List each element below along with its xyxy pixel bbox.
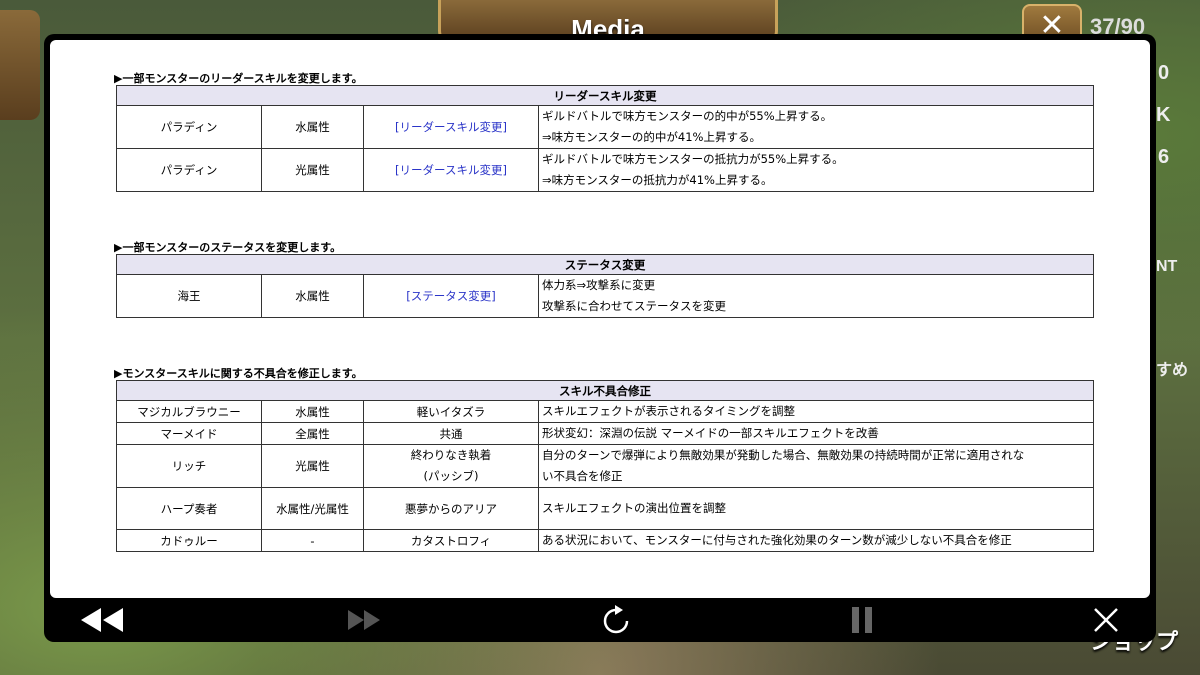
table-row: リッチ 光属性 終わりなき執着 (パッシブ) 自分のターンで爆弾により無敵効果が発… xyxy=(116,444,1094,488)
monster-name: パラディン xyxy=(116,148,262,192)
pause-icon xyxy=(852,607,872,633)
leader-skill-table-title: リーダースキル変更 xyxy=(116,85,1094,106)
skill-name: カタストロフィ xyxy=(363,529,539,552)
monster-attribute: 水属性 xyxy=(261,400,364,423)
table-row: パラディン 光属性 [リーダースキル変更] ギルドバトルで味方モンスターの抵抗力… xyxy=(116,148,1094,192)
table-row: ハープ奏者 水属性/光属性 悪夢からのアリア スキルエフェクトの演出位置を調整 xyxy=(116,487,1094,530)
description-line: ギルドバトルで味方モンスターの的中が55%上昇する。 xyxy=(542,109,833,123)
monster-attribute: 水属性 xyxy=(261,105,364,149)
section2-heading: ▶一部モンスターのステータスを変更します。 xyxy=(114,241,342,254)
table-row: マーメイド 全属性 共通 形状変幻：深淵の伝説 マーメイドの一部スキルエフェクト… xyxy=(116,422,1094,445)
monster-attribute: 水属性 xyxy=(261,274,364,318)
status-change-table: ステータス変更 海王 水属性 [ステータス変更] 体力系⇒攻撃系に変更攻撃系に合… xyxy=(116,254,1094,318)
table-row: カドゥルー - カタストロフィ ある状況において、モンスターに付与された強化効果… xyxy=(116,529,1094,552)
description-line: 体力系⇒攻撃系に変更 xyxy=(542,278,656,292)
skill-fix-table-title: スキル不具合修正 xyxy=(116,380,1094,401)
pause-button[interactable] xyxy=(832,598,892,642)
description-line: ⇒味方モンスターの的中が41%上昇する。 xyxy=(542,130,761,144)
media-viewer-modal: ▶一部モンスターのリーダースキルを変更します。 リーダースキル変更 パラディン … xyxy=(44,34,1156,642)
skill-name: 終わりなき執着 (パッシブ) xyxy=(363,444,539,488)
fast-forward-button[interactable] xyxy=(334,598,394,642)
fix-description: 自分のターンで爆弾により無敵効果が発動した場合、無敵効果の持続時間が正常に適用さ… xyxy=(538,444,1094,488)
fast-forward-icon xyxy=(348,610,380,630)
monster-attribute: 水属性/光属性 xyxy=(261,487,364,530)
skill-name: 共通 xyxy=(363,422,539,445)
table-row: マジカルブラウニー 水属性 軽いイタズラ スキルエフェクトが表示されるタイミング… xyxy=(116,400,1094,423)
fix-description: 形状変幻：深淵の伝説 マーメイドの一部スキルエフェクトを改善 xyxy=(538,422,1094,445)
fix-description: スキルエフェクトが表示されるタイミングを調整 xyxy=(538,400,1094,423)
monster-attribute: 全属性 xyxy=(261,422,364,445)
leader-skill-link[interactable]: [リーダースキル変更] xyxy=(363,148,539,192)
player-controls xyxy=(44,598,1156,642)
table-row: 海王 水属性 [ステータス変更] 体力系⇒攻撃系に変更攻撃系に合わせてステータス… xyxy=(116,274,1094,318)
close-button[interactable] xyxy=(1076,598,1136,642)
skill-fix-table: スキル不具合修正 マジカルブラウニー 水属性 軽いイタズラ スキルエフェクトが表… xyxy=(116,380,1094,552)
leader-skill-table: リーダースキル変更 パラディン 水属性 [リーダースキル変更] ギルドバトルで味… xyxy=(116,85,1094,192)
side-badge-3: 6 xyxy=(1158,146,1170,168)
side-badge-1: 0 xyxy=(1158,62,1170,84)
monster-name: マーメイド xyxy=(116,422,262,445)
close-icon xyxy=(1094,608,1118,632)
leader-skill-link[interactable]: [リーダースキル変更] xyxy=(363,105,539,149)
monster-attribute: - xyxy=(261,529,364,552)
monster-name: カドゥルー xyxy=(116,529,262,552)
status-table-title: ステータス変更 xyxy=(116,254,1094,275)
section1-heading: ▶一部モンスターのリーダースキルを変更します。 xyxy=(114,72,363,85)
skill-name: 悪夢からのアリア xyxy=(363,487,539,530)
description-line: ⇒味方モンスターの抵抗力が41%上昇する。 xyxy=(542,173,773,187)
rewind-button[interactable] xyxy=(72,598,132,642)
fix-description: ある状況において、モンスターに付与された強化効果のターン数が減少しない不具合を修… xyxy=(538,529,1094,552)
monster-name: ハープ奏者 xyxy=(116,487,262,530)
table-row: パラディン 水属性 [リーダースキル変更] ギルドバトルで味方モンスターの的中が… xyxy=(116,105,1094,149)
skill-type-line: (パッシブ) xyxy=(423,469,479,483)
rewind-icon xyxy=(81,608,123,632)
change-description: 体力系⇒攻撃系に変更攻撃系に合わせてステータスを変更 xyxy=(538,274,1094,318)
status-change-link[interactable]: [ステータス変更] xyxy=(363,274,539,318)
monster-name: マジカルブラウニー xyxy=(116,400,262,423)
description-line: 自分のターンで爆弾により無敵効果が発動した場合、無敵効果の持続時間が正常に適用さ… xyxy=(542,448,1025,462)
monster-attribute: 光属性 xyxy=(261,444,364,488)
monster-name: リッチ xyxy=(116,444,262,488)
skill-name: 軽いイタズラ xyxy=(363,400,539,423)
monster-attribute: 光属性 xyxy=(261,148,364,192)
description-line: 攻撃系に合わせてステータスを変更 xyxy=(542,299,726,313)
skill-name-line: 終わりなき執着 xyxy=(410,448,492,462)
side-badge-4: NT xyxy=(1156,258,1178,275)
left-menu-decoration xyxy=(0,10,40,120)
change-description: ギルドバトルで味方モンスターの的中が55%上昇する。 ⇒味方モンスターの的中が41… xyxy=(538,105,1094,149)
change-description: ギルドバトルで味方モンスターの抵抗力が55%上昇する。 ⇒味方モンスターの抵抗力が… xyxy=(538,148,1094,192)
monster-name: 海王 xyxy=(116,274,262,318)
monster-name: パラディン xyxy=(116,105,262,149)
description-line: ギルドバトルで味方モンスターの抵抗力が55%上昇する。 xyxy=(542,152,844,166)
fix-description: スキルエフェクトの演出位置を調整 xyxy=(538,487,1094,530)
patch-notes-page: ▶一部モンスターのリーダースキルを変更します。 リーダースキル変更 パラディン … xyxy=(50,40,1150,598)
side-badge-2: K xyxy=(1156,104,1171,126)
reload-button[interactable] xyxy=(586,598,646,642)
description-line: い不具合を修正 xyxy=(542,469,623,483)
section3-heading: ▶モンスタースキルに関する不具合を修正します。 xyxy=(114,367,363,380)
side-badge-5: すめ xyxy=(1156,362,1189,379)
reload-icon xyxy=(603,605,629,634)
